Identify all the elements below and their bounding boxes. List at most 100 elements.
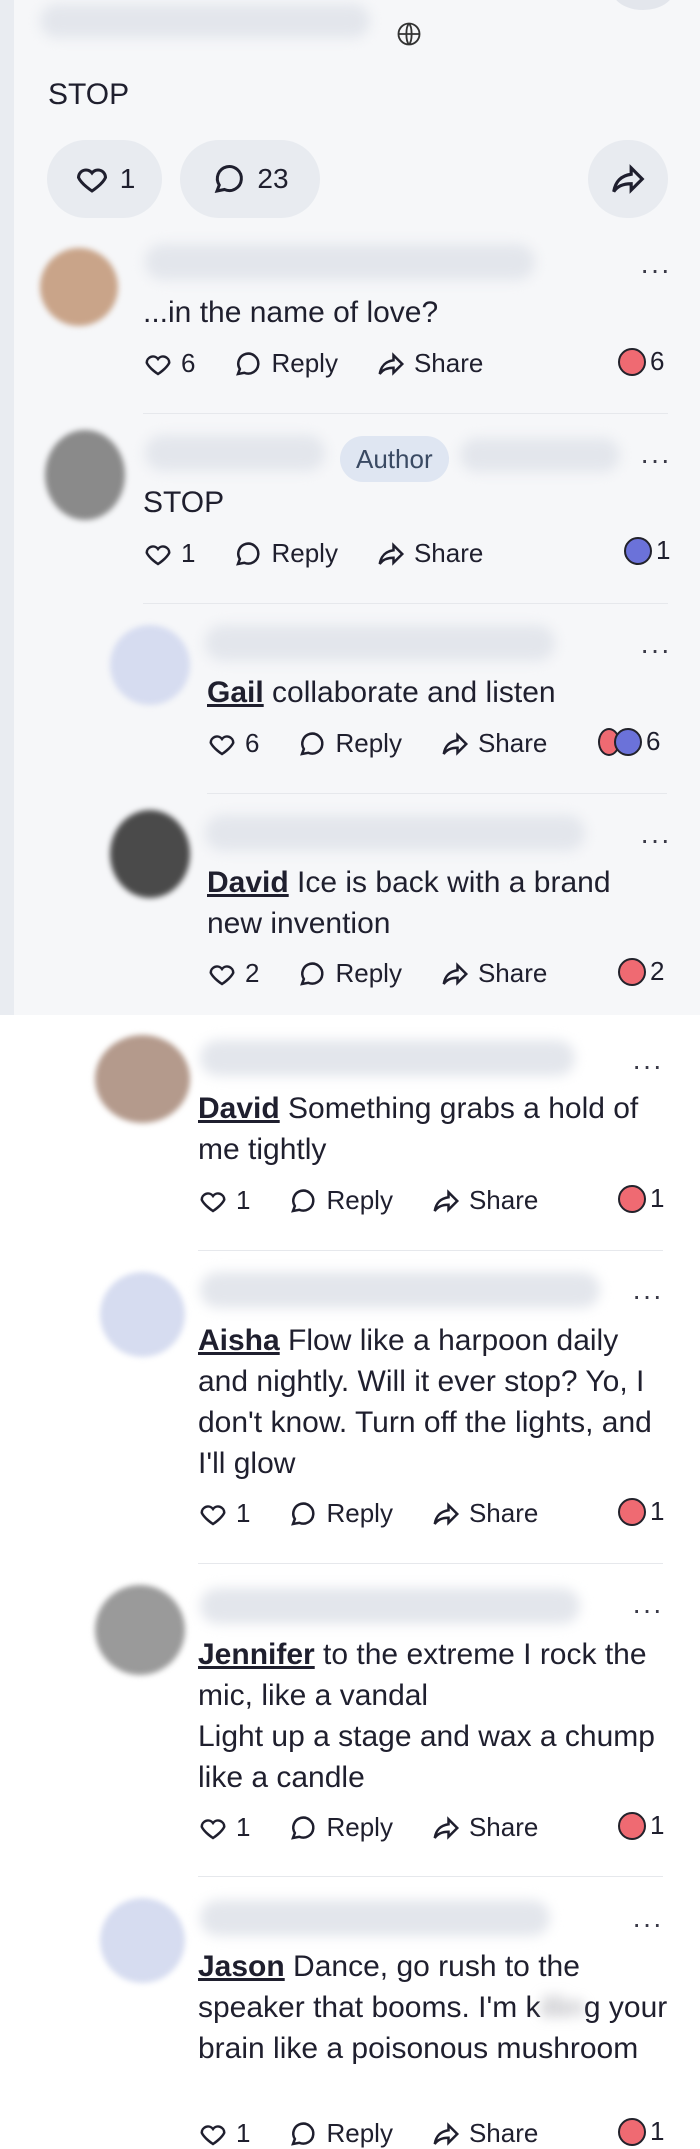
reply-icon [300,961,324,986]
divider [207,793,667,794]
heart-icon [200,2124,226,2145]
heart-icon [200,1191,226,1212]
share-button[interactable]: Share [431,1498,538,1529]
more-options-icon[interactable]: ··· [632,1596,663,1624]
reaction-summary[interactable]: 1 [618,1496,664,1527]
reply-label: Reply [271,538,338,568]
share-icon [442,961,468,986]
reaction-summary[interactable]: 1 [618,2116,664,2147]
comment-actions: 1 Reply Share [198,1185,576,1216]
share-button[interactable] [588,140,668,218]
reaction-summary[interactable]: 6 [598,726,660,757]
user-mention-link[interactable]: David [207,866,289,899]
share-button[interactable]: Share [376,348,483,379]
share-label: Share [477,958,548,988]
reply-button[interactable]: Reply [297,728,402,759]
like-button[interactable]: 1 [198,1812,250,1843]
reply-label: Reply [326,2118,393,2148]
like-button[interactable]: 1 [143,538,195,569]
user-mention-link[interactable]: Jennifer [198,1638,315,1671]
like-button[interactable]: 1 [198,2118,250,2149]
share-label: Share [477,728,548,758]
reply-label: Reply [335,958,402,988]
avatar[interactable] [100,1898,185,1983]
reaction-summary[interactable]: 1 [618,1810,664,1841]
heart-icon [145,354,171,375]
like-count: 1 [236,2118,251,2148]
reply-icon [291,2121,315,2146]
like-button[interactable]: 2 [207,958,259,989]
more-options-icon[interactable]: ··· [632,1910,663,1938]
share-icon [612,164,645,194]
heart-icon [200,1818,226,1839]
like-count: 1 [236,1498,251,1528]
comment-text: Jason Dance, go rush to the speaker that… [198,1950,668,2065]
like-button[interactable]: 1 [47,140,162,218]
divider [198,1250,663,1251]
share-button[interactable]: Share [440,728,547,759]
reply-icon [236,541,260,566]
reply-icon [291,1815,315,1840]
divider [198,1876,663,1877]
user-mention-link[interactable]: Aisha [198,1324,280,1357]
like-button[interactable]: 6 [207,728,259,759]
user-mention-link[interactable]: Jason [198,1950,285,1983]
heart-reaction-icon [618,1497,646,1526]
author-badge: Author [340,436,449,482]
comment-count: 23 [257,163,289,194]
heart-icon [209,734,235,755]
more-options-icon[interactable]: ··· [640,446,671,474]
avatar[interactable] [110,625,190,705]
share-button[interactable]: Share [431,1185,538,1216]
share-icon [433,1815,459,1840]
reply-button[interactable]: Reply [288,2118,393,2149]
reaction-summary[interactable]: 1 [624,535,670,566]
comment-button[interactable]: 23 [180,140,320,218]
reply-button[interactable]: Reply [297,958,402,989]
redacted-username [205,625,555,661]
share-label: Share [468,1498,539,1528]
like-button[interactable]: 1 [198,1498,250,1529]
divider [143,603,668,604]
user-mention-link[interactable]: Gail [207,676,264,709]
avatar[interactable] [45,430,125,520]
more-options-icon[interactable]: ··· [632,1052,663,1080]
avatar[interactable] [100,1272,185,1357]
reaction-summary[interactable]: 2 [618,956,664,987]
comment-text: Jennifer to the extreme I rock the mic, … [198,1638,655,1794]
reply-icon [236,351,260,376]
avatar[interactable] [110,810,190,898]
share-button[interactable]: Share [440,958,547,989]
avatar[interactable] [40,248,118,326]
comment-text: David Ice is back with a brand new inven… [207,866,611,940]
reaction-summary[interactable]: 1 [618,1183,664,1214]
comment-text: David Something grabs a hold of me tight… [198,1092,639,1166]
avatar[interactable] [95,1585,185,1675]
more-options-icon[interactable]: ··· [632,1282,663,1310]
more-options-icon[interactable]: ··· [640,826,671,854]
like-button[interactable]: 6 [143,348,195,379]
share-icon [433,1188,459,1213]
reaction-count: 1 [650,1183,665,1213]
divider [198,1563,663,1564]
comment-text: ...in the name of love? [143,296,439,329]
share-button[interactable]: Share [376,538,483,569]
avatar[interactable] [95,1035,190,1123]
like-button[interactable]: 1 [198,1185,250,1216]
globe-icon [395,20,423,54]
reaction-count: 6 [650,346,665,376]
reply-button[interactable]: Reply [233,538,338,569]
more-options-icon[interactable]: ··· [640,256,671,284]
comment-actions: 1 Reply Share [143,538,521,569]
more-options-icon[interactable]: ··· [640,636,671,664]
share-button[interactable]: Share [431,1812,538,1843]
share-button[interactable]: Share [431,2118,538,2149]
reply-icon [291,1188,315,1213]
reply-button[interactable]: Reply [233,348,338,379]
user-mention-link[interactable]: David [198,1092,280,1125]
reaction-summary[interactable]: 6 [618,346,664,377]
heart-reaction-icon [618,1184,646,1213]
reply-button[interactable]: Reply [288,1185,393,1216]
reply-button[interactable]: Reply [288,1812,393,1843]
reply-button[interactable]: Reply [288,1498,393,1529]
